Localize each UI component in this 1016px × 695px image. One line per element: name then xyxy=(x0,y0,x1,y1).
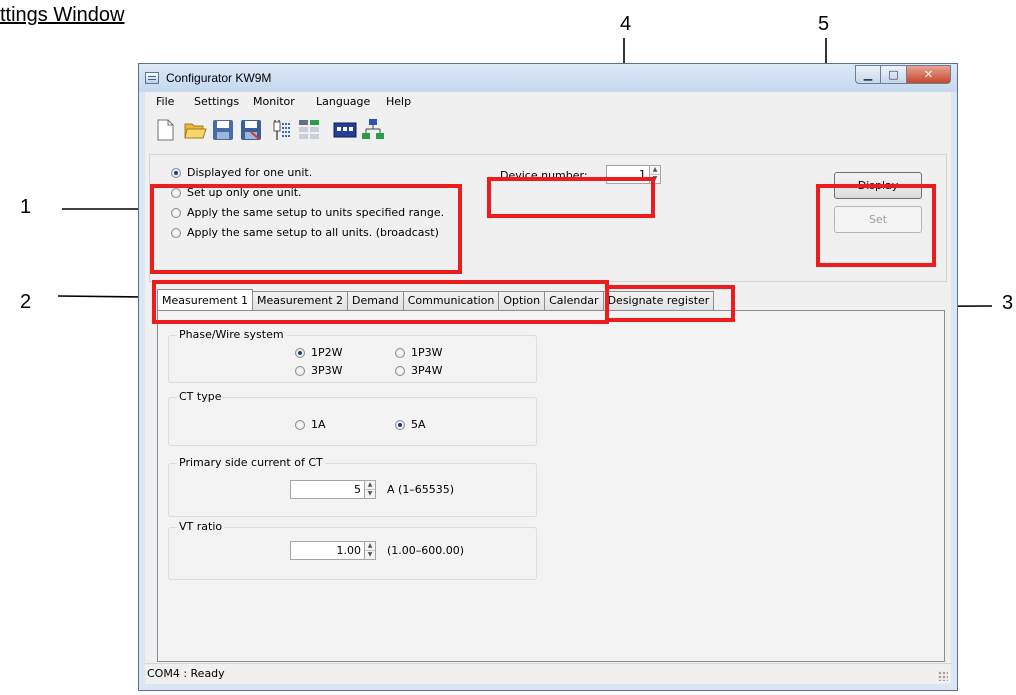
phase-wire-1p2w[interactable]: 1P2W xyxy=(295,346,343,359)
vt-ratio-group: VT ratio 1.00 ▲ ▼ (1.00–600.00) xyxy=(168,520,537,580)
settings-panel: Displayed for one unit. Set up only one … xyxy=(149,154,947,282)
close-icon: ✕ xyxy=(923,68,934,81)
primary-ct-range: A (1–65535) xyxy=(387,483,455,496)
primary-ct-label: Primary side current of CT xyxy=(177,456,325,469)
phase-wire-1p3w[interactable]: 1P3W xyxy=(395,346,443,359)
mode-option-range-setup[interactable]: Apply the same setup to units specified … xyxy=(171,206,444,219)
status-text: COM4 : Ready xyxy=(147,667,225,680)
close-button[interactable]: ✕ xyxy=(907,65,951,84)
set-button[interactable]: Set xyxy=(834,206,922,233)
mode-option-broadcast-setup[interactable]: Apply the same setup to all units. (broa… xyxy=(171,226,439,239)
spin-up-icon[interactable]: ▲ xyxy=(365,542,375,550)
phase-wire-3p4w[interactable]: 3P4W xyxy=(395,364,443,377)
primary-ct-spinner[interactable]: 5 ▲ ▼ xyxy=(290,480,376,499)
ct-type-group: CT type 1A 5A xyxy=(168,390,537,446)
device-number-label: Device number: xyxy=(500,169,588,182)
radio-icon xyxy=(295,419,305,430)
spin-up-icon[interactable]: ▲ xyxy=(365,481,375,489)
minimize-icon: ▁ xyxy=(863,68,873,81)
vt-ratio-input[interactable]: 1.00 xyxy=(290,541,365,560)
network-icon[interactable] xyxy=(361,118,385,142)
save-as-icon[interactable] xyxy=(239,118,263,142)
device-display-icon[interactable] xyxy=(333,118,357,142)
new-file-icon[interactable] xyxy=(153,118,177,142)
ct-type-1a[interactable]: 1A xyxy=(295,418,326,431)
toolbar xyxy=(147,112,951,148)
primary-ct-group: Primary side current of CT 5 ▲ ▼ A (1–655… xyxy=(168,456,537,517)
maximize-icon: □ xyxy=(888,68,899,81)
radio-icon xyxy=(171,207,181,218)
window-title: Configurator KW9M xyxy=(166,71,272,85)
menu-settings[interactable]: Settings xyxy=(194,95,239,108)
menu-monitor[interactable]: Monitor xyxy=(253,95,295,108)
vt-ratio-range: (1.00–600.00) xyxy=(387,544,465,557)
radio-selected-icon xyxy=(295,347,305,358)
radio-icon xyxy=(395,365,405,376)
app-icon[interactable] xyxy=(145,72,159,84)
phase-wire-group: Phase/Wire system 1P2W 1P3W 3P3W 3P4W xyxy=(168,328,537,383)
tab-option[interactable]: Option xyxy=(498,291,546,310)
tab-designate-register[interactable]: Designate register xyxy=(602,291,715,310)
tab-measurement-1[interactable]: Measurement 1 xyxy=(157,289,254,310)
mode-option-one-unit-setup[interactable]: Set up only one unit. xyxy=(171,186,302,199)
tab-communication[interactable]: Communication xyxy=(402,291,500,310)
radio-icon xyxy=(171,227,181,238)
radio-icon xyxy=(171,187,181,198)
open-folder-icon[interactable] xyxy=(183,118,207,142)
radio-icon xyxy=(395,347,405,358)
ct-type-label: CT type xyxy=(177,390,224,403)
menu-bar: File Settings Monitor Language Help xyxy=(145,92,951,112)
maximize-button[interactable]: □ xyxy=(881,65,907,84)
menu-file[interactable]: File xyxy=(156,95,174,108)
menu-language[interactable]: Language xyxy=(316,95,370,108)
minimize-button[interactable]: ▁ xyxy=(855,65,881,84)
window-client-area: File Settings Monitor Language Help Disp… xyxy=(145,92,951,684)
app-window: Configurator KW9M ▁ □ ✕ File Settings Mo… xyxy=(138,63,958,691)
tab-measurement-2[interactable]: Measurement 2 xyxy=(252,291,349,310)
device-number-input[interactable]: 1 xyxy=(606,165,650,184)
spin-down-icon[interactable]: ▼ xyxy=(650,174,660,183)
display-button[interactable]: Display xyxy=(834,172,922,199)
spin-down-icon[interactable]: ▼ xyxy=(365,550,375,559)
tab-calendar[interactable]: Calendar xyxy=(544,291,604,310)
save-icon[interactable] xyxy=(211,118,235,142)
arrow-2 xyxy=(57,291,150,302)
menu-help[interactable]: Help xyxy=(386,95,411,108)
tab-strip: Measurement 1 Measurement 2 Demand Commu… xyxy=(157,289,715,310)
phase-wire-3p3w[interactable]: 3P3W xyxy=(295,364,343,377)
resize-grip-icon[interactable] xyxy=(938,671,948,681)
register-list-icon[interactable] xyxy=(297,118,321,142)
spin-up-icon[interactable]: ▲ xyxy=(650,166,660,174)
phase-wire-label: Phase/Wire system xyxy=(177,328,286,341)
radio-selected-icon xyxy=(395,419,405,430)
status-bar: COM4 : Ready xyxy=(145,663,951,684)
vt-ratio-spinner[interactable]: 1.00 ▲ ▼ xyxy=(290,541,376,560)
vt-ratio-label: VT ratio xyxy=(177,520,225,533)
radio-icon xyxy=(295,365,305,376)
spin-down-icon[interactable]: ▼ xyxy=(365,489,375,498)
radio-selected-icon xyxy=(171,167,181,178)
measurement-1-panel: Phase/Wire system 1P2W 1P3W 3P3W 3P4W CT… xyxy=(157,310,945,662)
ct-type-5a[interactable]: 5A xyxy=(395,418,426,431)
tab-demand[interactable]: Demand xyxy=(347,291,404,310)
title-bar[interactable]: Configurator KW9M ▁ □ ✕ xyxy=(139,64,957,92)
device-number-spinner[interactable]: 1 ▲ ▼ xyxy=(606,165,661,184)
primary-ct-input[interactable]: 5 xyxy=(290,480,365,499)
mode-option-one-unit-display[interactable]: Displayed for one unit. xyxy=(171,166,312,179)
connect-icon[interactable] xyxy=(269,118,293,142)
